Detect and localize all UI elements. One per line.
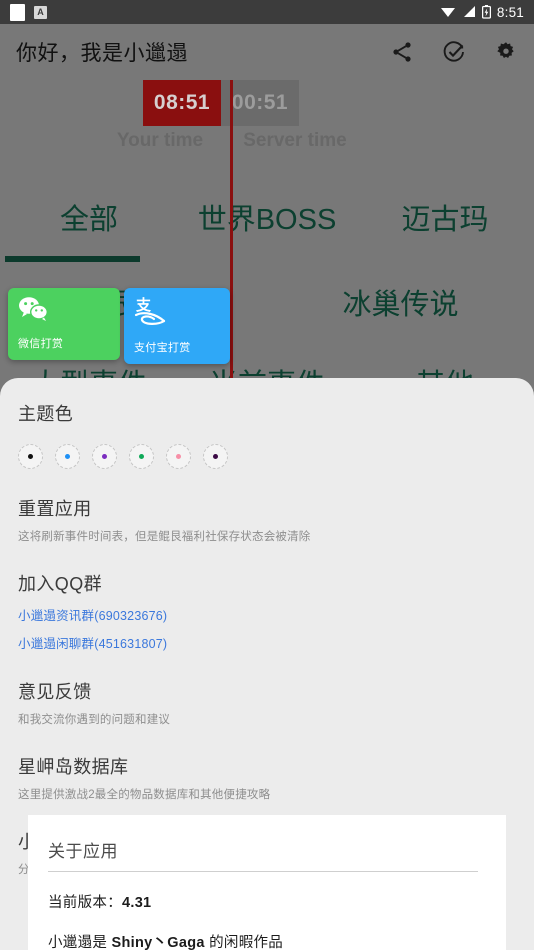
app-toolbar: 你好，我是小邋遢 [0, 24, 534, 80]
app-root: A 8:51 你好，我是小邋遢 08:51 00:51 Your time Se… [0, 0, 534, 950]
battery-charging-icon [481, 5, 491, 19]
theme-color-swatches [18, 444, 516, 469]
feedback-subtitle: 和我交流你遇到的问题和建议 [18, 714, 171, 726]
theme-swatch-3[interactable] [92, 444, 117, 469]
about-version-value: 4.31 [122, 895, 152, 911]
feedback-title: 意见反馈 [18, 682, 92, 702]
svg-text:支: 支 [135, 296, 152, 314]
check-circle-icon[interactable] [442, 40, 466, 64]
reset-app-section[interactable]: 重置应用 这将刷新事件时间表，但是鲲艮福利社保存状态会被清除 [18, 495, 516, 544]
letter-a-icon: A [34, 5, 47, 19]
feedback-section[interactable]: 意见反馈 和我交流你遇到的问题和建议 [18, 678, 516, 727]
database-section[interactable]: 星岬岛数据库 这里提供激战2最全的物品数据库和其他便捷攻略 [18, 753, 516, 802]
about-version-line: 当前版本：4.31 [48, 891, 486, 912]
qq-group-chat-link[interactable]: 小邋遢闲聊群(451631807) [18, 633, 516, 652]
about-credit-line: 小邋遢是 Shiny丶Gaga 的闲暇作品 [48, 931, 486, 950]
theme-color-section: 主题色 [18, 400, 516, 469]
database-subtitle: 这里提供激战2最全的物品数据库和其他便捷攻略 [18, 789, 271, 801]
qq-group-links: 小邋遢资讯群(690323676) 小邋遢闲聊群(451631807) [18, 605, 516, 652]
about-credit-suffix: 的闲暇作品 [204, 935, 284, 950]
share-icon[interactable] [390, 40, 414, 64]
tab-maguuma[interactable]: 迈古玛 [356, 190, 534, 248]
status-bar: A 8:51 [0, 0, 534, 24]
wechat-donate-button[interactable]: 微信打赏 [8, 288, 120, 360]
wifi-icon [440, 8, 455, 17]
status-bar-right-icons: 8:51 [440, 5, 524, 20]
white-square-icon [10, 3, 25, 21]
your-time-chip: 08:51 [143, 80, 221, 126]
toolbar-actions [390, 40, 518, 64]
gear-icon[interactable] [494, 40, 518, 64]
reset-app-subtitle: 这将刷新事件时间表，但是鲲艮福利社保存状态会被清除 [18, 531, 311, 543]
time-chips: 08:51 00:51 [143, 80, 299, 126]
theme-color-title: 主题色 [18, 404, 74, 424]
tab-ice-nest-legend[interactable]: 冰巢传说 [267, 275, 534, 333]
join-qq-group-title: 加入QQ群 [18, 574, 103, 594]
about-version-label: 当前版本： [48, 895, 122, 911]
tab-world-boss[interactable]: 世界BOSS [178, 190, 356, 248]
about-app-title: 关于应用 [48, 837, 478, 872]
theme-swatch-5[interactable] [166, 444, 191, 469]
theme-swatch-2[interactable] [55, 444, 80, 469]
time-bar-section: 08:51 00:51 Your time Server time [0, 80, 534, 190]
status-bar-clock: 8:51 [496, 4, 524, 20]
about-app-card: 关于应用 当前版本：4.31 小邋遢是 Shiny丶Gaga 的闲暇作品 星岬岛… [28, 815, 506, 950]
page-title: 你好，我是小邋遢 [16, 42, 188, 65]
alipay-icon: 支 [134, 296, 166, 325]
about-credit-author: Shiny丶Gaga [111, 935, 205, 950]
event-tabs-row-1: 全部 世界BOSS 迈古玛 [0, 190, 534, 248]
theme-swatch-4[interactable] [129, 444, 154, 469]
signal-icon [463, 6, 475, 17]
server-time-label: Server time [243, 130, 347, 151]
wechat-icon [19, 297, 48, 321]
current-time-playhead [230, 80, 233, 390]
join-qq-group-section: 加入QQ群 小邋遢资讯群(690323676) 小邋遢闲聊群(451631807… [18, 570, 516, 652]
alipay-donate-button[interactable]: 支 支付宝打赏 [124, 288, 230, 364]
your-time-label: Your time [116, 130, 204, 151]
reset-app-title: 重置应用 [18, 499, 92, 519]
about-credit-prefix: 小邋遢是 [48, 935, 112, 950]
wechat-donate-label: 微信打赏 [18, 338, 64, 350]
alipay-donate-label: 支付宝打赏 [134, 342, 191, 354]
database-title: 星岬岛数据库 [18, 757, 129, 777]
theme-swatch-1[interactable] [18, 444, 43, 469]
theme-swatch-6[interactable] [203, 444, 228, 469]
status-bar-left-icons: A [10, 3, 47, 21]
tab-all[interactable]: 全部 [0, 190, 178, 248]
qq-group-news-link[interactable]: 小邋遢资讯群(690323676) [18, 605, 516, 624]
tab-selected-indicator [5, 256, 140, 262]
